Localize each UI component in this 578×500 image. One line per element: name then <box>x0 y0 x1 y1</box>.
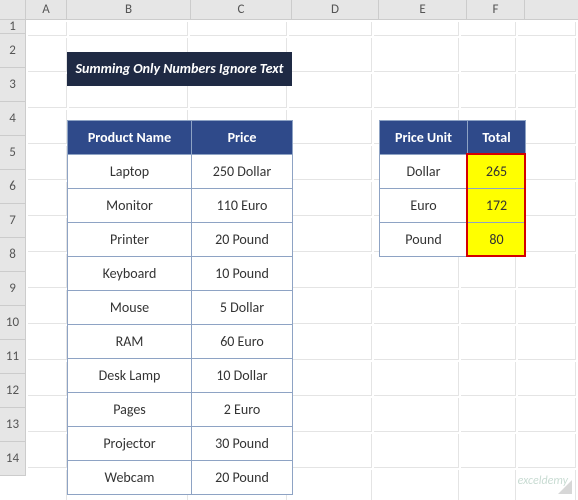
row-header-7[interactable]: 7 <box>0 204 26 238</box>
table-row: Printer20 Pound <box>68 223 293 257</box>
cell-product[interactable]: Keyboard <box>68 257 192 291</box>
cell-price[interactable]: 2 Euro <box>192 393 293 427</box>
cell-price[interactable]: 20 Pound <box>192 223 293 257</box>
table-row: Keyboard10 Pound <box>68 257 293 291</box>
page-title: Summing Only Numbers Ignore Text <box>67 52 292 86</box>
cell-price[interactable]: 250 Dollar <box>192 155 293 189</box>
cell-product[interactable]: Projector <box>68 427 192 461</box>
table-row: RAM60 Euro <box>68 325 293 359</box>
row-header-2[interactable]: 2 <box>0 34 26 68</box>
cell-product[interactable]: Printer <box>68 223 192 257</box>
row-header-3[interactable]: 3 <box>0 68 26 102</box>
header-product[interactable]: Product Name <box>68 121 192 155</box>
cell-price[interactable]: 30 Pound <box>192 427 293 461</box>
cell-unit[interactable]: Pound <box>380 223 468 257</box>
cell-unit[interactable]: Euro <box>380 189 468 223</box>
table-row: Dollar265 <box>380 155 526 189</box>
table-row: Mouse5 Dollar <box>68 291 293 325</box>
col-header-A[interactable]: A <box>26 0 67 19</box>
table-row: Desk Lamp10 Dollar <box>68 359 293 393</box>
row-header-5[interactable]: 5 <box>0 136 26 170</box>
row-header-10[interactable]: 10 <box>0 306 26 340</box>
table-row: Projector30 Pound <box>68 427 293 461</box>
resize-handle-icon <box>558 480 572 494</box>
header-price[interactable]: Price <box>192 121 293 155</box>
select-all-corner[interactable] <box>0 0 26 19</box>
cell-price[interactable]: 10 Dollar <box>192 359 293 393</box>
column-header-row: A B C D E F <box>0 0 578 20</box>
col-header-F[interactable]: F <box>467 0 525 19</box>
row-header-col: 1 2 3 4 5 6 7 8 9 10 11 12 13 14 <box>0 20 26 476</box>
cell-product[interactable]: Laptop <box>68 155 192 189</box>
header-unit[interactable]: Price Unit <box>380 121 468 155</box>
cell-product[interactable]: Webcam <box>68 461 192 495</box>
cell-price[interactable]: 20 Pound <box>192 461 293 495</box>
table-header-row: Price Unit Total <box>380 121 526 155</box>
table-row: Laptop250 Dollar <box>68 155 293 189</box>
cell-unit[interactable]: Dollar <box>380 155 468 189</box>
header-total[interactable]: Total <box>468 121 526 155</box>
row-header-13[interactable]: 13 <box>0 408 26 442</box>
table-row: Euro172 <box>380 189 526 223</box>
totals-table: Price Unit Total Dollar265 Euro172 Pound… <box>379 120 526 257</box>
cell-product[interactable]: RAM <box>68 325 192 359</box>
table-row: Pound80 <box>380 223 526 257</box>
col-header-C[interactable]: C <box>191 0 292 19</box>
row-header-12[interactable]: 12 <box>0 374 26 408</box>
row-header-4[interactable]: 4 <box>0 102 26 136</box>
cell-product[interactable]: Pages <box>68 393 192 427</box>
row-header-6[interactable]: 6 <box>0 170 26 204</box>
col-header-D[interactable]: D <box>292 0 379 19</box>
table-row: Webcam20 Pound <box>68 461 293 495</box>
col-header-E[interactable]: E <box>379 0 467 19</box>
row-header-11[interactable]: 11 <box>0 340 26 374</box>
cell-price[interactable]: 110 Euro <box>192 189 293 223</box>
cell-price[interactable]: 60 Euro <box>192 325 293 359</box>
spreadsheet-viewport: A B C D E F 1 2 3 4 5 6 7 8 9 10 11 12 1… <box>0 0 578 500</box>
table-row: Monitor110 Euro <box>68 189 293 223</box>
row-header-9[interactable]: 9 <box>0 272 26 306</box>
cell-price[interactable]: 10 Pound <box>192 257 293 291</box>
row-header-8[interactable]: 8 <box>0 238 26 272</box>
cell-price[interactable]: 5 Dollar <box>192 291 293 325</box>
table-row: Pages2 Euro <box>68 393 293 427</box>
cell-total[interactable]: 172 <box>468 189 526 223</box>
table-header-row: Product Name Price <box>68 121 293 155</box>
row-header-1[interactable]: 1 <box>0 20 26 34</box>
row-header-14[interactable]: 14 <box>0 442 26 476</box>
col-header-B[interactable]: B <box>67 0 191 19</box>
cell-product[interactable]: Mouse <box>68 291 192 325</box>
cell-total[interactable]: 265 <box>468 155 526 189</box>
product-price-table: Product Name Price Laptop250 Dollar Moni… <box>67 120 293 495</box>
cell-product[interactable]: Desk Lamp <box>68 359 192 393</box>
cell-product[interactable]: Monitor <box>68 189 192 223</box>
cell-total[interactable]: 80 <box>468 223 526 257</box>
